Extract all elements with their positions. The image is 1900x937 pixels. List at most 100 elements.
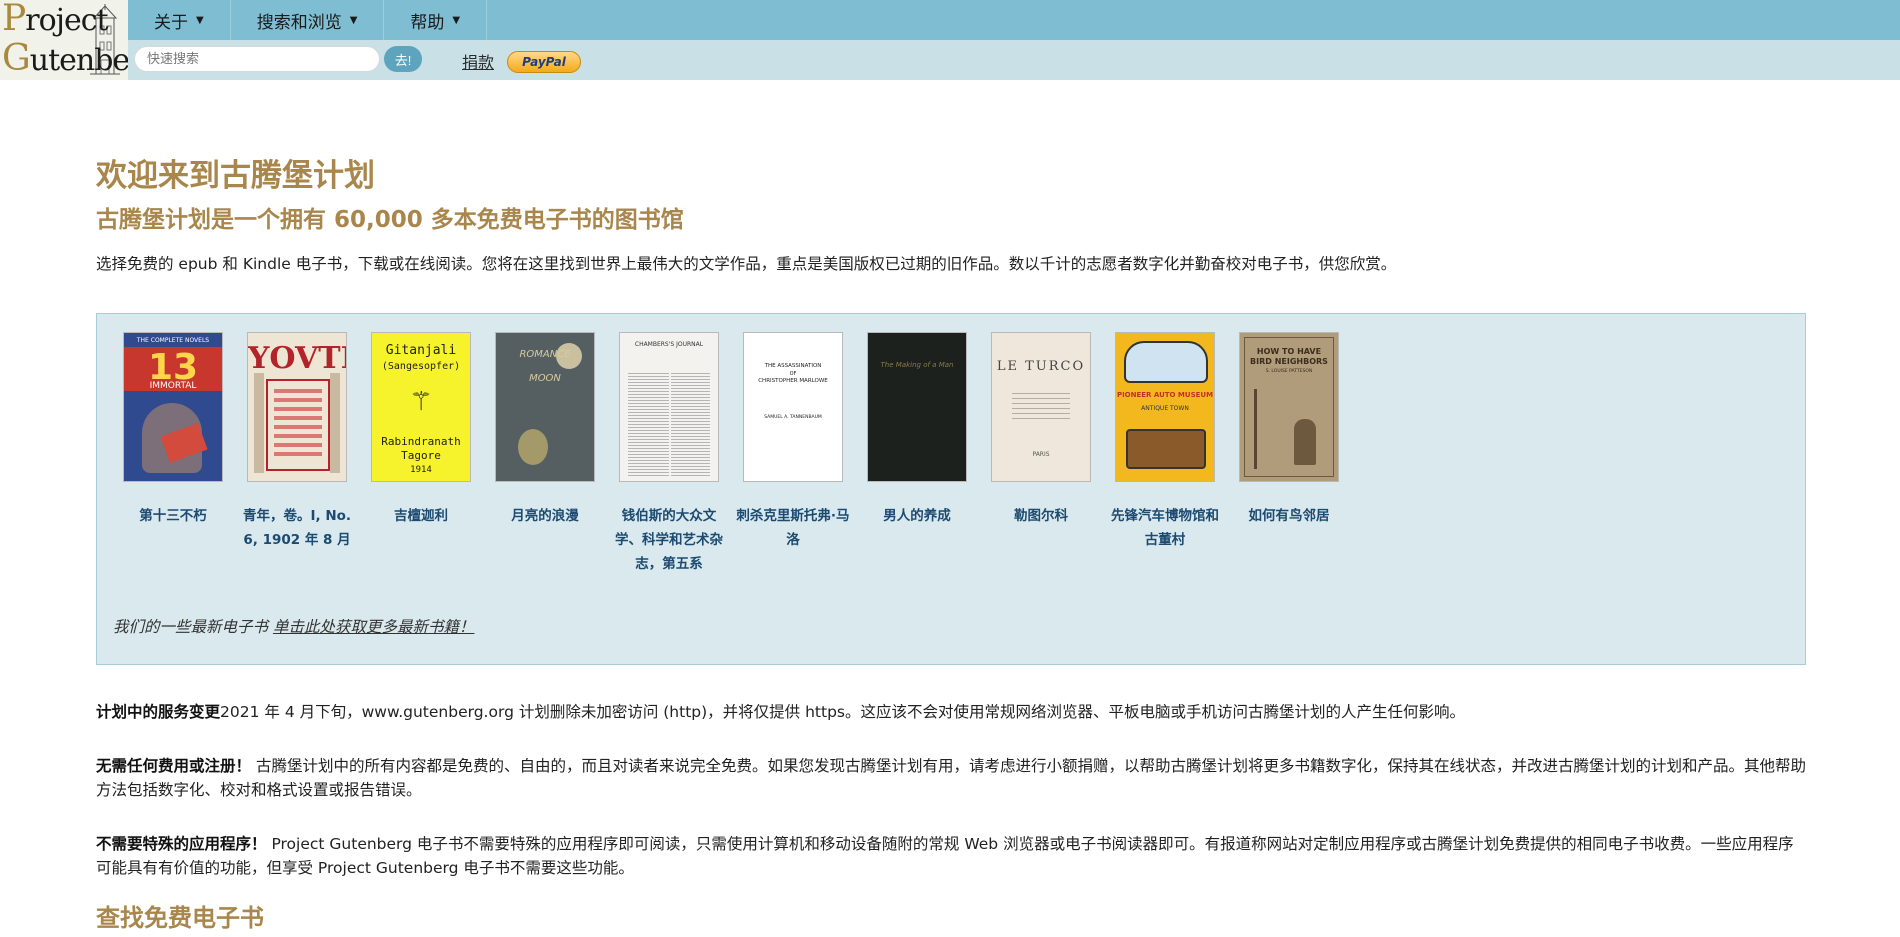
cover-text: IMMORTAL (149, 381, 197, 391)
cover-text: HOW TO HAVE (1256, 347, 1322, 356)
cover-text: CHAMBERS'S JOURNAL (634, 341, 704, 348)
cover-text: OF (789, 371, 797, 377)
book-item[interactable]: The Making of a Man 男人的养成 (867, 332, 967, 576)
notice-heading: 无需任何费用或注册！ (96, 757, 252, 775)
cover-lines (274, 389, 322, 459)
cover-text: SAMUEL A. TANNENBAUM (764, 415, 822, 420)
logo-line1-rest: roject (25, 3, 108, 38)
cover-text: (Sangesopfer) (381, 361, 461, 372)
cover-illustration (1126, 429, 1206, 469)
cover-text: The Making of a Man (880, 361, 954, 369)
book-cover[interactable]: Gitanjali (Sangesopfer) ⚚ Rabindranath T… (371, 332, 471, 482)
cover-text: Tagore (401, 449, 441, 462)
book-title[interactable]: 钱伯斯的大众文学、科学和艺术杂志，第五系 (610, 504, 728, 576)
cover-text: ANTIQUE TOWN (1141, 405, 1189, 412)
notice-heading: 计划中的服务变更 (96, 703, 221, 721)
cover-text: MOON (529, 373, 561, 384)
cover-illustration (1124, 341, 1208, 383)
book-title[interactable]: 第十三不朽 (114, 504, 232, 528)
cover-text: THE ASSASSINATION (764, 363, 822, 369)
book-cover[interactable]: THE COMPLETE NOVELS 13 IMMORTAL (123, 332, 223, 482)
book-title[interactable]: 青年，卷。I, No. 6, 1902 年 8 月 (238, 504, 356, 552)
logo-text-gutenberg: Gutenberg (2, 38, 128, 79)
notice-text: 古腾堡计划中的所有内容都是免费的、自由的，而且对读者来说完全免费。如果您发现古腾… (96, 757, 1806, 799)
notice-no-app: 不需要特殊的应用程序！ Project Gutenberg 电子书不需要特殊的应… (96, 832, 1806, 880)
book-cover[interactable]: LE TURCO PARIS (991, 332, 1091, 482)
search-go-button[interactable]: 去! (384, 46, 422, 72)
caret-down-icon: ▼ (452, 14, 461, 26)
nav-about-label: 关于 (154, 12, 188, 33)
book-cover[interactable]: ROMANCE MOON (495, 332, 595, 482)
book-title[interactable]: 勒图尔科 (982, 504, 1100, 528)
cover-text: S. LOUISE PATTESON (1265, 369, 1313, 374)
book-title[interactable]: 吉檀迦利 (362, 504, 480, 528)
book-item[interactable]: ROMANCE MOON 月亮的浪漫 (495, 332, 595, 576)
page-title: 欢迎来到古腾堡计划 (96, 158, 375, 194)
cover-column (330, 373, 340, 473)
page-subtitle: 古腾堡计划是一个拥有 60,000 多本免费电子书的图书馆 (96, 207, 684, 233)
book-title[interactable]: 月亮的浪漫 (486, 504, 604, 528)
find-ebooks-heading: 查找免费电子书 (96, 904, 264, 932)
paypal-button[interactable]: PayPal (507, 51, 581, 73)
cover-lines (1012, 393, 1070, 423)
book-item[interactable]: PIONEER AUTO MUSEUM ANTIQUE TOWN 先锋汽车博物馆… (1111, 332, 1219, 576)
book-cover[interactable]: THE ASSASSINATION OF CHRISTOPHER MARLOWE… (743, 332, 843, 482)
book-item[interactable]: THE ASSASSINATION OF CHRISTOPHER MARLOWE… (736, 332, 850, 576)
intro-text: 选择免费的 epub 和 Kindle 电子书，下载或在线阅读。您将在这里找到世… (96, 255, 1397, 273)
book-item[interactable]: CHAMBERS'S JOURNAL 钱伯斯的大众文学、科学和艺术杂志，第五系 (615, 332, 723, 576)
notice-free: 无需任何费用或注册！ 古腾堡计划中的所有内容都是免费的、自由的，而且对读者来说完… (96, 754, 1806, 802)
cover-illustration (1254, 389, 1257, 469)
main-nav: 关于 ▼ 搜索和浏览 ▼ 帮助 ▼ (128, 0, 488, 40)
book-item[interactable]: Gitanjali (Sangesopfer) ⚚ Rabindranath T… (371, 332, 471, 576)
nav-search-browse[interactable]: 搜索和浏览 ▼ (231, 0, 385, 40)
cover-text: CHRISTOPHER MARLOWE (758, 378, 828, 384)
quick-search-input[interactable] (134, 46, 380, 72)
book-title[interactable]: 先锋汽车博物馆和古董村 (1106, 504, 1224, 552)
book-cover[interactable]: HOW TO HAVE BIRD NEIGHBORS S. LOUISE PAT… (1239, 332, 1339, 482)
cover-illustration (1294, 419, 1316, 465)
notice-heading: 不需要特殊的应用程序！ (96, 835, 267, 853)
book-title[interactable]: 如何有鸟邻居 (1230, 504, 1348, 528)
cover-text: PIONEER AUTO MUSEUM (1116, 391, 1214, 399)
cover-text: Rabindranath (381, 435, 461, 448)
cover-text: YOVTH (248, 341, 346, 376)
project-gutenberg-logo[interactable]: Project Gutenberg (0, 0, 128, 80)
logo-text-project: Project (2, 0, 109, 39)
site-header: Project Gutenberg 关于 ▼ 搜索和浏览 ▼ 帮助 ▼ 去! 捐… (0, 0, 1900, 80)
caret-down-icon: ▼ (196, 14, 204, 26)
cover-text: BIRD NEIGHBORS (1250, 357, 1328, 366)
latest-books-caption: 我们的一些最新电子书 单击此处获取更多最新书籍！ (113, 615, 474, 637)
book-title[interactable]: 男人的养成 (858, 504, 976, 528)
book-item[interactable]: THE COMPLETE NOVELS 13 IMMORTAL 第十三不朽 (123, 332, 223, 576)
book-cover[interactable]: CHAMBERS'S JOURNAL (619, 332, 719, 482)
cover-figure (518, 429, 548, 465)
notice-text: Project Gutenberg 电子书不需要特殊的应用程序即可阅读，只需使用… (96, 835, 1794, 877)
cover-text: Gitanjali (385, 343, 457, 358)
cover-column (254, 373, 264, 473)
book-item[interactable]: LE TURCO PARIS 勒图尔科 (991, 332, 1091, 576)
book-item[interactable]: HOW TO HAVE BIRD NEIGHBORS S. LOUISE PAT… (1239, 332, 1339, 576)
cover-text: PARIS (1032, 451, 1050, 458)
notice-text: 2021 年 4 月下旬，www.gutenberg.org 计划删除未加密访问… (220, 703, 1465, 721)
cover-text: 1914 (410, 465, 432, 475)
nav-help-label: 帮助 (410, 12, 445, 33)
book-cover[interactable]: YOVTH (247, 332, 347, 482)
nav-search-browse-label: 搜索和浏览 (256, 12, 342, 33)
cover-gutter (669, 373, 671, 477)
book-list: THE COMPLETE NOVELS 13 IMMORTAL 第十三不朽 YO… (123, 332, 1339, 576)
cover-text: ROMANCE (519, 349, 571, 360)
latest-books-panel: THE COMPLETE NOVELS 13 IMMORTAL 第十三不朽 YO… (96, 313, 1806, 665)
logo-line2-rest: utenberg (29, 43, 128, 78)
book-cover[interactable]: PIONEER AUTO MUSEUM ANTIQUE TOWN (1115, 332, 1215, 482)
lotus-icon: ⚚ (409, 387, 433, 417)
donate-link[interactable]: 捐款 (462, 49, 494, 73)
more-latest-books-link[interactable]: 单击此处获取更多最新书籍！ (273, 618, 475, 636)
cover-text: THE COMPLETE NOVELS (136, 337, 210, 344)
notice-service-change: 计划中的服务变更2021 年 4 月下旬，www.gutenberg.org 计… (96, 700, 1806, 724)
book-cover[interactable]: The Making of a Man (867, 332, 967, 482)
nav-help[interactable]: 帮助 ▼ (384, 0, 488, 40)
nav-about[interactable]: 关于 ▼ (128, 0, 231, 40)
book-title[interactable]: 刺杀克里斯托弗·马洛 (734, 504, 852, 552)
caret-down-icon: ▼ (349, 14, 358, 26)
book-item[interactable]: YOVTH 青年，卷。I, No. 6, 1902 年 8 月 (243, 332, 351, 576)
